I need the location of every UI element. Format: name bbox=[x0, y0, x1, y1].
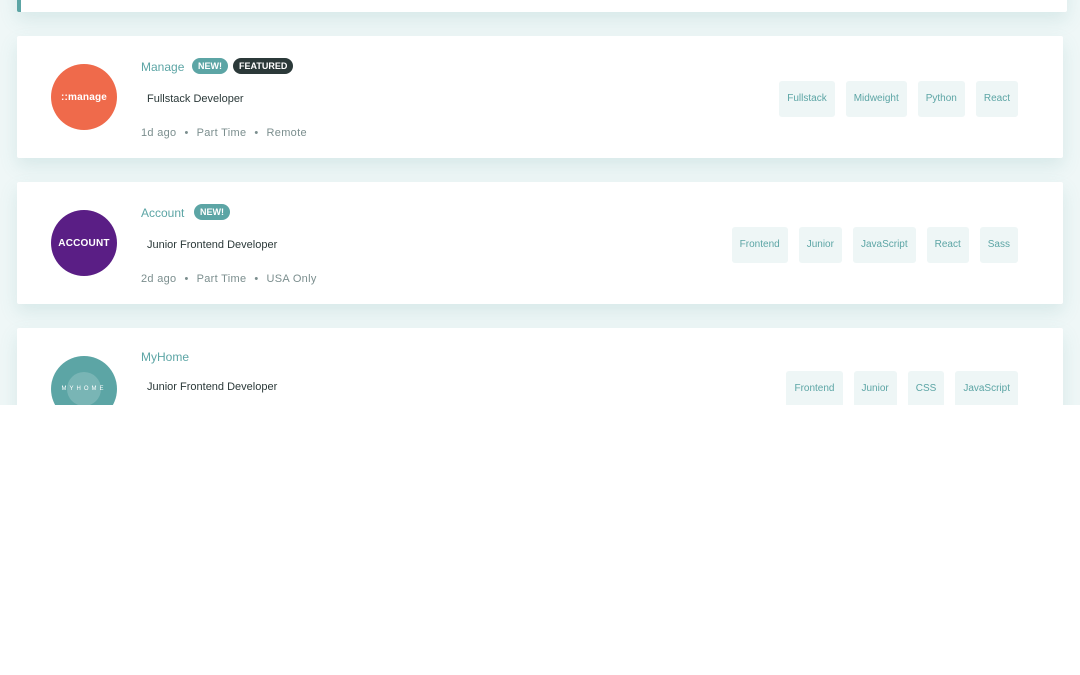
company-logo: MYHOME bbox=[51, 356, 117, 405]
tag-button[interactable]: Sass bbox=[979, 227, 1018, 263]
job-card-myhome[interactable]: MYHOME MyHome Junior Frontend Developer … bbox=[17, 328, 1063, 405]
new-badge: NEW! bbox=[194, 204, 230, 220]
meta-dot: • bbox=[184, 273, 189, 285]
tag-button[interactable]: Midweight bbox=[845, 81, 907, 117]
tag-list: Frontend Junior JavaScript React Sass bbox=[731, 227, 1018, 263]
tag-list: Frontend Junior CSS JavaScript bbox=[786, 371, 1018, 405]
job-position[interactable]: Fullstack Developer bbox=[147, 93, 244, 105]
company-logo: ::manage bbox=[51, 64, 117, 130]
new-badge: NEW! bbox=[192, 58, 228, 74]
meta-dot: • bbox=[254, 127, 259, 139]
job-card-manage[interactable]: ::manage Manage NEW! FEATURED Fullstack … bbox=[17, 36, 1063, 158]
meta-dot: • bbox=[184, 127, 189, 139]
job-location: USA Only bbox=[266, 273, 317, 285]
tag-button[interactable]: Junior bbox=[853, 371, 897, 405]
tag-button[interactable]: Python bbox=[917, 81, 965, 117]
job-position[interactable]: Junior Frontend Developer bbox=[147, 381, 277, 393]
job-meta: 1d ago • Part Time • Remote bbox=[141, 127, 307, 139]
posted-at: 1d ago bbox=[141, 127, 177, 139]
job-location: Remote bbox=[266, 127, 307, 139]
contract-type: Part Time bbox=[196, 127, 247, 139]
contract-type: Part Time bbox=[196, 273, 247, 285]
tag-button[interactable]: Frontend bbox=[731, 227, 788, 263]
job-card-partial[interactable] bbox=[17, 0, 1067, 12]
tag-button[interactable]: JavaScript bbox=[955, 371, 1018, 405]
posted-at: 2d ago bbox=[141, 273, 177, 285]
company-name[interactable]: Manage bbox=[141, 60, 184, 74]
tag-button[interactable]: JavaScript bbox=[852, 227, 916, 263]
job-listings: ::manage Manage NEW! FEATURED Fullstack … bbox=[0, 0, 1080, 405]
job-card-account[interactable]: ACCOUNT Account NEW! Junior Frontend Dev… bbox=[17, 182, 1063, 304]
tag-button[interactable]: CSS bbox=[907, 371, 945, 405]
job-meta: 2d ago • Part Time • USA Only bbox=[141, 273, 317, 285]
tag-list: Fullstack Midweight Python React bbox=[779, 81, 1018, 117]
job-position[interactable]: Junior Frontend Developer bbox=[147, 239, 277, 251]
tag-button[interactable]: Junior bbox=[798, 227, 842, 263]
tag-button[interactable]: React bbox=[926, 227, 969, 263]
tag-button[interactable]: Frontend bbox=[786, 371, 843, 405]
featured-badge: FEATURED bbox=[233, 58, 294, 74]
meta-dot: • bbox=[254, 273, 259, 285]
company-logo: ACCOUNT bbox=[51, 210, 117, 276]
company-name[interactable]: Account bbox=[141, 206, 184, 220]
tag-button[interactable]: React bbox=[975, 81, 1018, 117]
company-name[interactable]: MyHome bbox=[141, 350, 189, 364]
tag-button[interactable]: Fullstack bbox=[779, 81, 835, 117]
